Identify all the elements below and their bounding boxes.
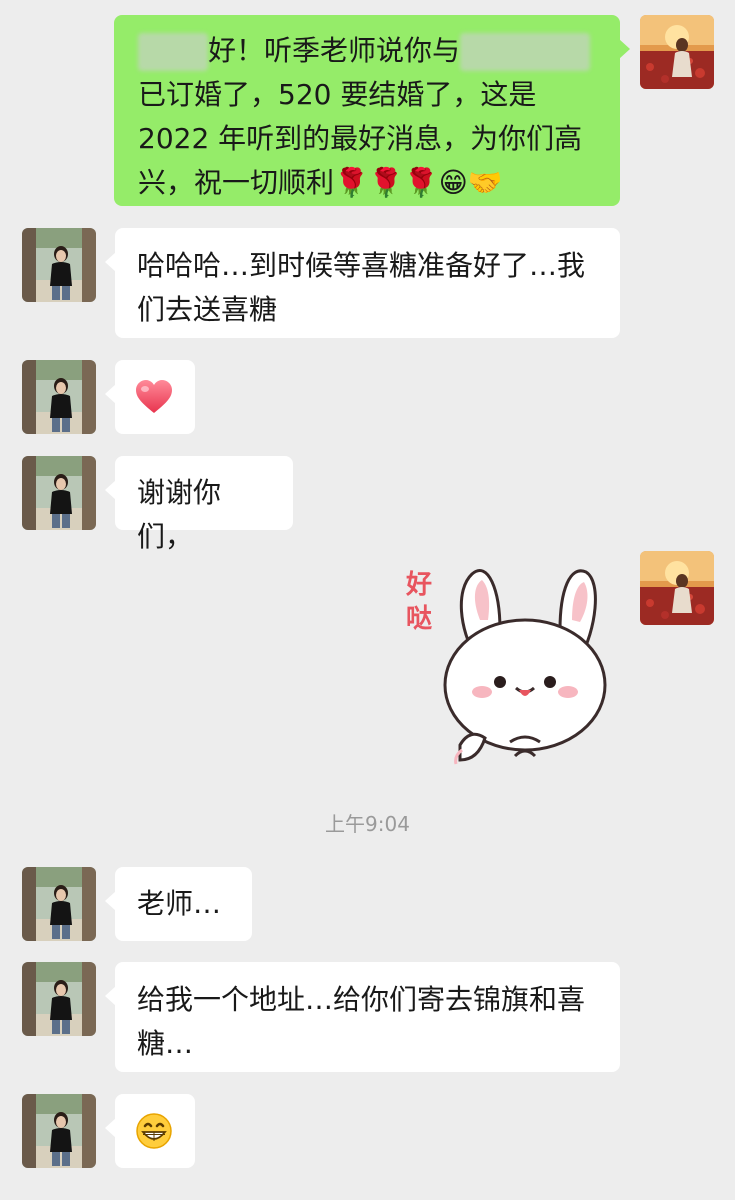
message-bubble-incoming[interactable]: 给我一个地址…给你们寄去锦旗和喜糖… [105,962,620,1072]
message-text: 哈哈哈…到时候等喜糖准备好了…我们去送喜糖 [137,249,586,326]
contact-avatar[interactable] [22,1094,96,1168]
message-bubble-incoming[interactable] [105,1094,195,1168]
redacted-name [138,33,208,71]
contact-avatar[interactable] [22,962,96,1036]
rose-grin-handshake-emoji: 🌹🌹🌹😁🤝 [334,166,503,199]
message-text: 老师… [137,887,222,920]
message-bubble-incoming[interactable]: 老师… [105,867,252,941]
message-text-part: 好！听季老师说你与 [208,34,461,67]
contact-avatar[interactable] [22,456,96,530]
sticker-text: 好哒 [406,570,433,634]
message-bubble-outgoing[interactable]: 好！听季老师说你与已订婚了，520 要结婚了，这是 2022 年听到的最好消息，… [114,15,630,206]
contact-avatar[interactable] [22,867,96,941]
self-avatar[interactable] [640,15,714,89]
redacted-name [460,33,591,71]
message-text: 给我一个地址…给你们寄去锦旗和喜糖… [137,983,586,1060]
message-bubble-incoming[interactable] [105,360,195,434]
contact-avatar[interactable] [22,360,96,434]
message-text: 谢谢你们， [137,476,222,553]
grinning-face-icon [136,1113,172,1149]
message-bubble-incoming[interactable]: 谢谢你们， [105,456,293,553]
self-avatar[interactable] [640,551,714,625]
bunny-sticker[interactable]: 好哒 [400,560,615,770]
timestamp: 上午9:04 [325,812,410,836]
heart-icon [136,380,172,413]
contact-avatar[interactable] [22,228,96,302]
message-bubble-incoming[interactable]: 哈哈哈…到时候等喜糖准备好了…我们去送喜糖 [105,228,620,338]
